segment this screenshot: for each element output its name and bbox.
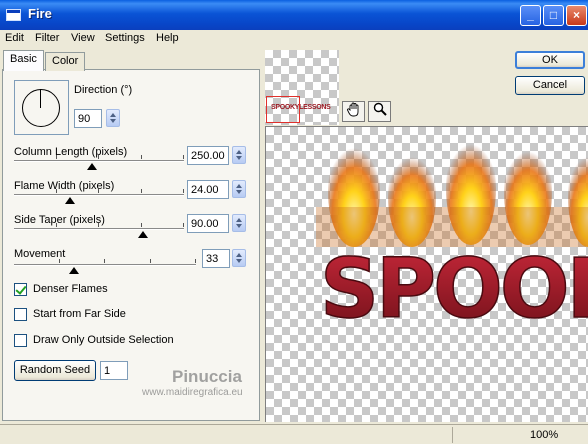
pan-hand-icon[interactable] (342, 101, 365, 122)
menu-filter[interactable]: Filter (35, 32, 59, 44)
denser-flames-label: Denser Flames (33, 283, 108, 295)
random-seed-button[interactable]: Random Seed (14, 360, 96, 381)
slider-tick (195, 259, 196, 263)
slider-tick (98, 155, 99, 159)
movement-slider-thumb[interactable] (69, 267, 80, 274)
slider-tick (183, 155, 184, 159)
status-bar: 100% (0, 424, 588, 444)
denser-flames-checkbox[interactable] (14, 283, 27, 296)
menu-help[interactable]: Help (156, 32, 179, 44)
side-taper-label: Side Taper (pixels) (14, 214, 105, 226)
zoom-level: 100% (530, 429, 559, 441)
maximize-button[interactable]: □ (543, 5, 564, 26)
menu-view[interactable]: View (71, 32, 95, 44)
slider-tick (58, 259, 60, 263)
tab-color[interactable]: Color (45, 52, 86, 71)
window-icon (6, 9, 21, 21)
watermark-url: www.maidiregrafica.eu (142, 387, 243, 398)
preview-canvas[interactable]: SPOOK (265, 126, 588, 422)
slider-tick (98, 189, 99, 193)
slider-tick (55, 223, 57, 227)
start-far-side-label: Start from Far Side (33, 308, 126, 320)
flame-width-input[interactable] (187, 180, 229, 199)
flame-width-slider[interactable] (14, 194, 184, 196)
direction-spinner[interactable] (106, 109, 120, 127)
menu-edit[interactable]: Edit (5, 32, 24, 44)
navigator-viewport-rect[interactable] (266, 96, 300, 123)
movement-spinner[interactable] (232, 249, 246, 267)
direction-dial[interactable] (14, 80, 69, 135)
close-button[interactable]: × (566, 5, 587, 26)
outside-selection-label: Draw Only Outside Selection (33, 334, 174, 346)
direction-input[interactable] (74, 109, 102, 128)
column-length-label: Column Length (pixels) (14, 146, 128, 158)
slider-tick (183, 189, 184, 193)
menu-bar: Edit Filter View Settings Help (0, 30, 588, 47)
title-bar[interactable]: Fire _ □ × (0, 0, 588, 30)
slider-tick (140, 155, 142, 159)
column-length-slider-thumb[interactable] (87, 163, 98, 170)
menu-settings[interactable]: Settings (105, 32, 145, 44)
slider-tick (55, 189, 57, 193)
ok-button[interactable]: OK (515, 51, 585, 69)
slider-tick (55, 155, 57, 159)
slider-tick (149, 259, 151, 263)
side-taper-spinner[interactable] (232, 214, 246, 232)
dial-needle (40, 89, 41, 108)
column-length-input[interactable] (187, 146, 229, 165)
side-taper-input[interactable] (187, 214, 229, 233)
side-taper-slider[interactable] (14, 228, 184, 230)
slider-tick (140, 189, 142, 193)
cancel-button[interactable]: Cancel (515, 76, 585, 95)
tab-basic[interactable]: Basic (3, 50, 44, 71)
status-separator (452, 427, 453, 443)
outside-selection-checkbox[interactable] (14, 334, 27, 347)
flame-width-label: Flame Width (pixels) (14, 180, 115, 192)
direction-label: Direction (°) (74, 84, 133, 96)
window-title: Fire (28, 6, 52, 21)
slider-tick (98, 223, 99, 227)
watermark-name: Pinuccia (172, 367, 242, 386)
side-taper-slider-thumb[interactable] (138, 231, 149, 238)
flame-width-slider-thumb[interactable] (65, 197, 76, 204)
preview-text: SPOOK (320, 242, 588, 337)
column-length-slider[interactable] (14, 160, 184, 162)
start-far-side-checkbox[interactable] (14, 308, 27, 321)
minimize-button[interactable]: _ (520, 5, 541, 26)
column-length-spinner[interactable] (232, 146, 246, 164)
random-seed-input[interactable] (100, 361, 128, 380)
fire-preview-image: SPOOK (316, 133, 588, 338)
dial-circle (22, 89, 60, 127)
slider-tick (183, 223, 184, 227)
movement-input[interactable] (202, 249, 230, 268)
zoom-magnifier-icon[interactable] (368, 101, 391, 122)
slider-tick (104, 259, 105, 263)
movement-slider[interactable] (14, 264, 196, 266)
flame-width-spinner[interactable] (232, 180, 246, 198)
slider-tick (140, 223, 142, 227)
